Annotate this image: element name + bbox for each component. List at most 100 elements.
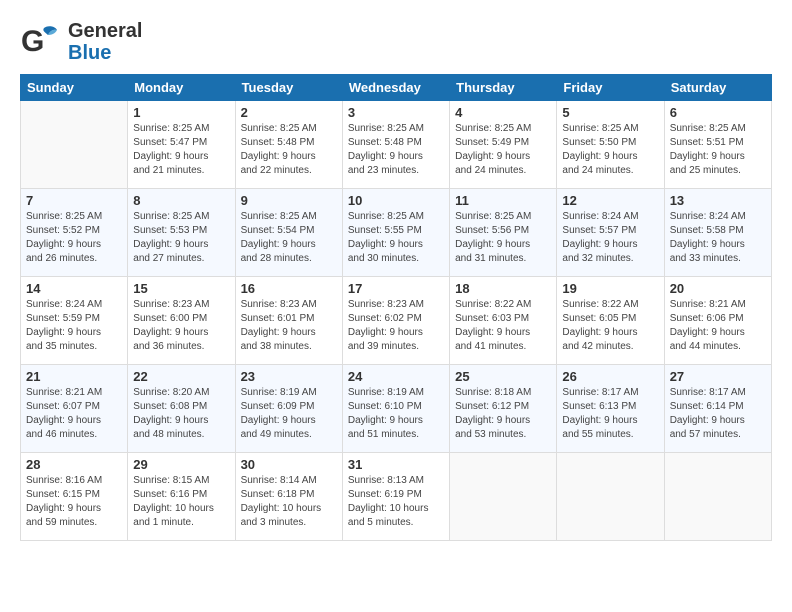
day-info: Sunrise: 8:25 AMSunset: 5:47 PMDaylight:… bbox=[133, 122, 229, 178]
day-info: Sunrise: 8:25 AMSunset: 5:56 PMDaylight:… bbox=[455, 210, 551, 266]
page-header: G General Blue bbox=[20, 20, 772, 64]
day-info: Sunrise: 8:25 AMSunset: 5:51 PMDaylight:… bbox=[670, 122, 766, 178]
day-cell-3-w0: 3 Sunrise: 8:25 AMSunset: 5:48 PMDaylight… bbox=[342, 101, 449, 189]
day-cell-23-w3: 23Sunrise: 8:19 AMSunset: 6:09 PMDayligh… bbox=[235, 365, 342, 453]
day-info: Sunrise: 8:25 AMSunset: 5:50 PMDaylight:… bbox=[562, 122, 658, 178]
header-sunday: Sunday bbox=[21, 75, 128, 101]
day-cell-10-w1: 10 Sunrise: 8:25 AMSunset: 5:55 PMDayligh… bbox=[342, 189, 449, 277]
day-info: Sunrise: 8:25 AMSunset: 5:49 PMDaylight:… bbox=[455, 122, 551, 178]
day-number: 3 bbox=[348, 105, 444, 120]
day-number: 13 bbox=[670, 193, 766, 208]
day-cell-9-w1: 9 Sunrise: 8:25 AMSunset: 5:54 PMDaylight… bbox=[235, 189, 342, 277]
day-number: 27 bbox=[670, 369, 766, 384]
day-info: Sunrise: 8:25 AMSunset: 5:52 PMDaylight:… bbox=[26, 210, 122, 266]
day-cell-18-w2: 18Sunrise: 8:22 AMSunset: 6:03 PMDayligh… bbox=[450, 277, 557, 365]
day-cell-6-w0: 6 Sunrise: 8:25 AMSunset: 5:51 PMDaylight… bbox=[664, 101, 771, 189]
day-number: 30 bbox=[241, 457, 337, 472]
day-number: 2 bbox=[241, 105, 337, 120]
day-number: 1 bbox=[133, 105, 229, 120]
week-row-2: 7 Sunrise: 8:25 AMSunset: 5:52 PMDaylight… bbox=[21, 189, 772, 277]
day-number: 31 bbox=[348, 457, 444, 472]
day-info: Sunrise: 8:23 AMSunset: 6:00 PMDaylight:… bbox=[133, 298, 229, 354]
day-number: 18 bbox=[455, 281, 551, 296]
week-row-1: 1 Sunrise: 8:25 AMSunset: 5:47 PMDaylight… bbox=[21, 101, 772, 189]
day-info: Sunrise: 8:21 AMSunset: 6:07 PMDaylight:… bbox=[26, 386, 122, 442]
calendar-header-row: SundayMondayTuesdayWednesdayThursdayFrid… bbox=[21, 75, 772, 101]
day-number: 11 bbox=[455, 193, 551, 208]
day-number: 4 bbox=[455, 105, 551, 120]
day-number: 12 bbox=[562, 193, 658, 208]
week-row-5: 28 Sunrise: 8:16 AMSunset: 6:15 PMDayligh… bbox=[21, 453, 772, 541]
day-info: Sunrise: 8:13 AMSunset: 6:19 PMDaylight:… bbox=[348, 474, 444, 530]
day-info: Sunrise: 8:15 AMSunset: 6:16 PMDaylight:… bbox=[133, 474, 229, 530]
day-number: 26 bbox=[562, 369, 658, 384]
day-cell-20-w2: 20 Sunrise: 8:21 AMSunset: 6:06 PMDayligh… bbox=[664, 277, 771, 365]
day-number: 17 bbox=[348, 281, 444, 296]
day-cell-13-w1: 13 Sunrise: 8:24 AMSunset: 5:58 PMDayligh… bbox=[664, 189, 771, 277]
week-row-3: 14Sunrise: 8:24 AMSunset: 5:59 PMDayligh… bbox=[21, 277, 772, 365]
day-number: 14 bbox=[26, 281, 122, 296]
day-info: Sunrise: 8:25 AMSunset: 5:48 PMDaylight:… bbox=[241, 122, 337, 178]
day-info: Sunrise: 8:23 AMSunset: 6:01 PMDaylight:… bbox=[241, 298, 337, 354]
day-cell-empty-w4 bbox=[664, 453, 771, 541]
day-number: 16 bbox=[241, 281, 337, 296]
day-info: Sunrise: 8:22 AMSunset: 6:05 PMDaylight:… bbox=[562, 298, 658, 354]
day-info: Sunrise: 8:14 AMSunset: 6:18 PMDaylight:… bbox=[241, 474, 337, 530]
day-number: 20 bbox=[670, 281, 766, 296]
day-cell-12-w1: 12Sunrise: 8:24 AMSunset: 5:57 PMDayligh… bbox=[557, 189, 664, 277]
day-info: Sunrise: 8:16 AMSunset: 6:15 PMDaylight:… bbox=[26, 474, 122, 530]
logo: G General Blue bbox=[20, 20, 142, 64]
day-info: Sunrise: 8:19 AMSunset: 6:09 PMDaylight:… bbox=[241, 386, 337, 442]
day-info: Sunrise: 8:20 AMSunset: 6:08 PMDaylight:… bbox=[133, 386, 229, 442]
logo-blue-text: Blue bbox=[68, 42, 142, 64]
day-cell-7-w1: 7 Sunrise: 8:25 AMSunset: 5:52 PMDaylight… bbox=[21, 189, 128, 277]
day-info: Sunrise: 8:21 AMSunset: 6:06 PMDaylight:… bbox=[670, 298, 766, 354]
day-cell-empty-w4 bbox=[557, 453, 664, 541]
day-cell-29-w4: 29 Sunrise: 8:15 AMSunset: 6:16 PMDayligh… bbox=[128, 453, 235, 541]
header-wednesday: Wednesday bbox=[342, 75, 449, 101]
day-number: 28 bbox=[26, 457, 122, 472]
day-cell-17-w2: 17Sunrise: 8:23 AMSunset: 6:02 PMDayligh… bbox=[342, 277, 449, 365]
day-number: 21 bbox=[26, 369, 122, 384]
day-number: 9 bbox=[241, 193, 337, 208]
calendar-body: 1 Sunrise: 8:25 AMSunset: 5:47 PMDaylight… bbox=[21, 101, 772, 541]
logo-icon: G bbox=[20, 21, 62, 63]
header-monday: Monday bbox=[128, 75, 235, 101]
day-info: Sunrise: 8:25 AMSunset: 5:54 PMDaylight:… bbox=[241, 210, 337, 266]
logo-general-text: General bbox=[68, 20, 142, 42]
day-number: 7 bbox=[26, 193, 122, 208]
day-info: Sunrise: 8:24 AMSunset: 5:58 PMDaylight:… bbox=[670, 210, 766, 266]
day-cell-27-w3: 27 Sunrise: 8:17 AMSunset: 6:14 PMDayligh… bbox=[664, 365, 771, 453]
day-number: 25 bbox=[455, 369, 551, 384]
day-cell-26-w3: 26Sunrise: 8:17 AMSunset: 6:13 PMDayligh… bbox=[557, 365, 664, 453]
header-thursday: Thursday bbox=[450, 75, 557, 101]
day-cell-4-w0: 4 Sunrise: 8:25 AMSunset: 5:49 PMDaylight… bbox=[450, 101, 557, 189]
day-cell-1-w0: 1 Sunrise: 8:25 AMSunset: 5:47 PMDaylight… bbox=[128, 101, 235, 189]
svg-text:G: G bbox=[21, 25, 44, 58]
header-tuesday: Tuesday bbox=[235, 75, 342, 101]
day-cell-empty-w4 bbox=[450, 453, 557, 541]
day-number: 8 bbox=[133, 193, 229, 208]
day-info: Sunrise: 8:17 AMSunset: 6:14 PMDaylight:… bbox=[670, 386, 766, 442]
header-friday: Friday bbox=[557, 75, 664, 101]
day-cell-14-w2: 14Sunrise: 8:24 AMSunset: 5:59 PMDayligh… bbox=[21, 277, 128, 365]
day-info: Sunrise: 8:18 AMSunset: 6:12 PMDaylight:… bbox=[455, 386, 551, 442]
day-cell-21-w3: 21 Sunrise: 8:21 AMSunset: 6:07 PMDayligh… bbox=[21, 365, 128, 453]
day-number: 29 bbox=[133, 457, 229, 472]
day-cell-30-w4: 30 Sunrise: 8:14 AMSunset: 6:18 PMDayligh… bbox=[235, 453, 342, 541]
day-cell-19-w2: 19 Sunrise: 8:22 AMSunset: 6:05 PMDayligh… bbox=[557, 277, 664, 365]
day-number: 22 bbox=[133, 369, 229, 384]
day-number: 10 bbox=[348, 193, 444, 208]
day-info: Sunrise: 8:25 AMSunset: 5:48 PMDaylight:… bbox=[348, 122, 444, 178]
day-info: Sunrise: 8:25 AMSunset: 5:53 PMDaylight:… bbox=[133, 210, 229, 266]
day-number: 24 bbox=[348, 369, 444, 384]
day-cell-2-w0: 2 Sunrise: 8:25 AMSunset: 5:48 PMDaylight… bbox=[235, 101, 342, 189]
day-cell-5-w0: 5Sunrise: 8:25 AMSunset: 5:50 PMDaylight… bbox=[557, 101, 664, 189]
day-number: 19 bbox=[562, 281, 658, 296]
day-number: 15 bbox=[133, 281, 229, 296]
day-info: Sunrise: 8:25 AMSunset: 5:55 PMDaylight:… bbox=[348, 210, 444, 266]
day-cell-8-w1: 8 Sunrise: 8:25 AMSunset: 5:53 PMDaylight… bbox=[128, 189, 235, 277]
day-info: Sunrise: 8:19 AMSunset: 6:10 PMDaylight:… bbox=[348, 386, 444, 442]
day-cell-25-w3: 25 Sunrise: 8:18 AMSunset: 6:12 PMDayligh… bbox=[450, 365, 557, 453]
day-number: 6 bbox=[670, 105, 766, 120]
